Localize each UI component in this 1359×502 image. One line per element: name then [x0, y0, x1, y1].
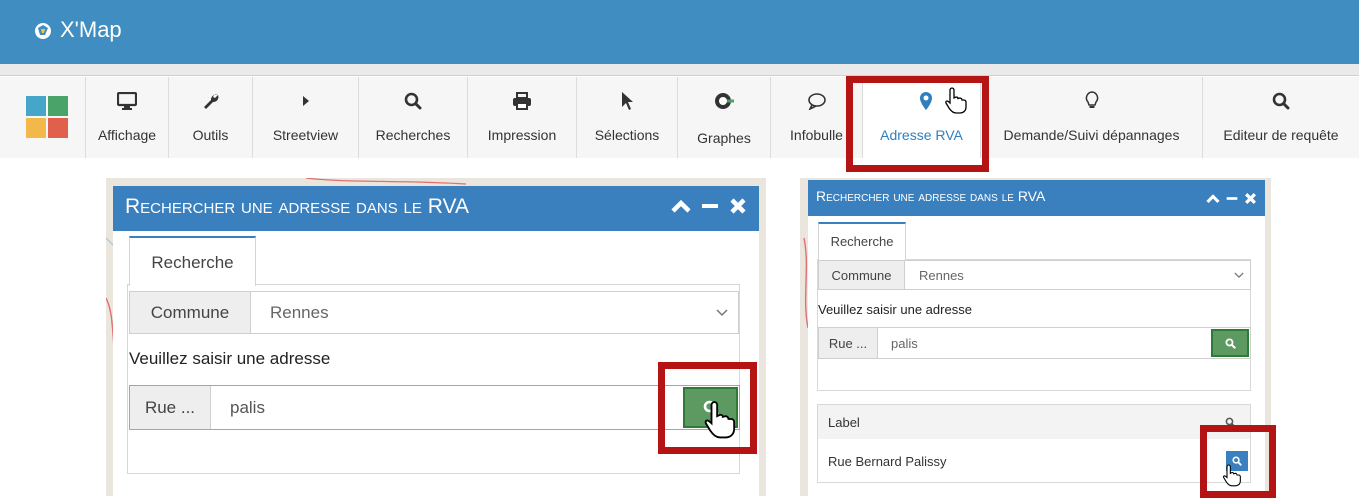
- collapse-chevron-up-icon[interactable]: [671, 198, 691, 214]
- search-icon: [1225, 417, 1236, 428]
- toolbar-demande-suivi[interactable]: Demande/Suivi dépannages: [980, 77, 1202, 158]
- tab-recherche[interactable]: Recherche: [818, 222, 906, 260]
- rva-search-panel-results: Rechercher une adresse dans le RVA Reche…: [808, 180, 1265, 496]
- toolbar-editeur-requete[interactable]: Editeur de requête: [1202, 77, 1359, 158]
- street-prefix: Rue ...: [819, 328, 878, 358]
- monitor-icon: [117, 92, 137, 110]
- commune-label: Commune: [819, 261, 905, 289]
- street-prefix: Rue ...: [130, 386, 211, 429]
- toolbar-outils[interactable]: Outils: [168, 77, 252, 158]
- street-input[interactable]: Rue ... palis: [129, 385, 740, 430]
- panel-title: Rechercher une adresse dans le RVA: [125, 195, 469, 218]
- result-label: Rue Bernard Palissy: [828, 454, 947, 469]
- app-title: X'Map: [60, 17, 122, 42]
- toolbar-impression[interactable]: Impression: [467, 77, 576, 158]
- speech-bubble-icon: [807, 93, 826, 110]
- hand-cursor-icon: [945, 87, 967, 114]
- search-icon: [1224, 337, 1236, 349]
- panel-title: Rechercher une adresse dans le RVA: [816, 188, 1046, 204]
- panel-header: Rechercher une adresse dans le RVA: [808, 180, 1265, 216]
- toolbar-selections[interactable]: Sélections: [576, 77, 677, 158]
- hand-cursor-icon: [1222, 464, 1241, 487]
- toolbar-label: Editeur de requête: [1223, 127, 1339, 143]
- toolbar-infobulle[interactable]: Infobulle: [770, 77, 862, 158]
- search-button[interactable]: [1211, 329, 1249, 357]
- toolbar-graphes[interactable]: Graphes: [677, 77, 770, 158]
- toolbar-label: Recherches: [375, 127, 451, 143]
- panel-header: Rechercher une adresse dans le RVA: [113, 186, 759, 231]
- play-icon: [302, 96, 309, 106]
- collapse-chevron-up-icon[interactable]: [1206, 193, 1220, 204]
- address-prompt: Veuillez saisir une adresse: [818, 302, 972, 317]
- results-header-label: Label: [828, 415, 860, 430]
- search-icon: [404, 92, 422, 110]
- commune-select[interactable]: Commune Rennes: [818, 260, 1251, 290]
- toolbar-label: Outils: [192, 127, 229, 143]
- map-marker-icon: [920, 92, 932, 110]
- close-icon[interactable]: [1244, 192, 1257, 205]
- results-header-row: Label: [817, 404, 1251, 440]
- chevron-down-icon: [1234, 272, 1244, 278]
- toolbar-label: Adresse RVA: [880, 127, 963, 143]
- toolbar-label: Demande/Suivi dépannages: [1003, 127, 1180, 143]
- tab-label: Recherche: [151, 253, 234, 272]
- minimize-icon[interactable]: [701, 198, 719, 214]
- tab-recherche[interactable]: Recherche: [129, 236, 256, 286]
- compass-icon: [715, 93, 734, 109]
- toolbar-label: Graphes: [697, 130, 751, 146]
- table-row[interactable]: Rue Bernard Palissy: [817, 439, 1251, 483]
- toolbar-label: Impression: [487, 127, 557, 143]
- tab-label: Recherche: [830, 234, 894, 249]
- app-header: [0, 0, 1359, 64]
- toolbar-recherches[interactable]: Recherches: [358, 77, 467, 158]
- app-menu-grid-icon[interactable]: [26, 96, 68, 138]
- street-input[interactable]: Rue ... palis: [818, 327, 1251, 359]
- toolbar-label: Infobulle: [790, 127, 843, 143]
- search-icon: [1272, 92, 1290, 110]
- toolbar-streetview[interactable]: Streetview: [252, 77, 358, 158]
- printer-icon: [513, 92, 531, 110]
- toolbar-affichage[interactable]: Affichage: [85, 77, 168, 158]
- hand-cursor-icon: [704, 401, 736, 439]
- lightbulb-icon: [1085, 91, 1098, 108]
- toolbar-separator: [0, 64, 1359, 76]
- commune-value: Rennes: [919, 267, 964, 283]
- commune-select[interactable]: Commune Rennes: [129, 291, 739, 334]
- app-logo-icon: [35, 23, 51, 39]
- street-value: palis: [230, 397, 265, 417]
- street-value: palis: [891, 335, 918, 351]
- toolbar-label: Sélections: [594, 127, 660, 143]
- minimize-icon[interactable]: [1226, 193, 1238, 204]
- commune-value: Rennes: [270, 302, 329, 322]
- pointer-icon: [622, 92, 633, 110]
- toolbar-label: Affichage: [97, 127, 157, 143]
- wrench-icon: [203, 94, 218, 109]
- toolbar-label: Streetview: [272, 127, 339, 143]
- rva-search-panel: Rechercher une adresse dans le RVA Reche…: [113, 186, 759, 496]
- close-icon[interactable]: [729, 197, 747, 215]
- commune-label: Commune: [130, 292, 251, 333]
- chevron-down-icon: [716, 308, 728, 316]
- address-prompt: Veuillez saisir une adresse: [129, 349, 331, 368]
